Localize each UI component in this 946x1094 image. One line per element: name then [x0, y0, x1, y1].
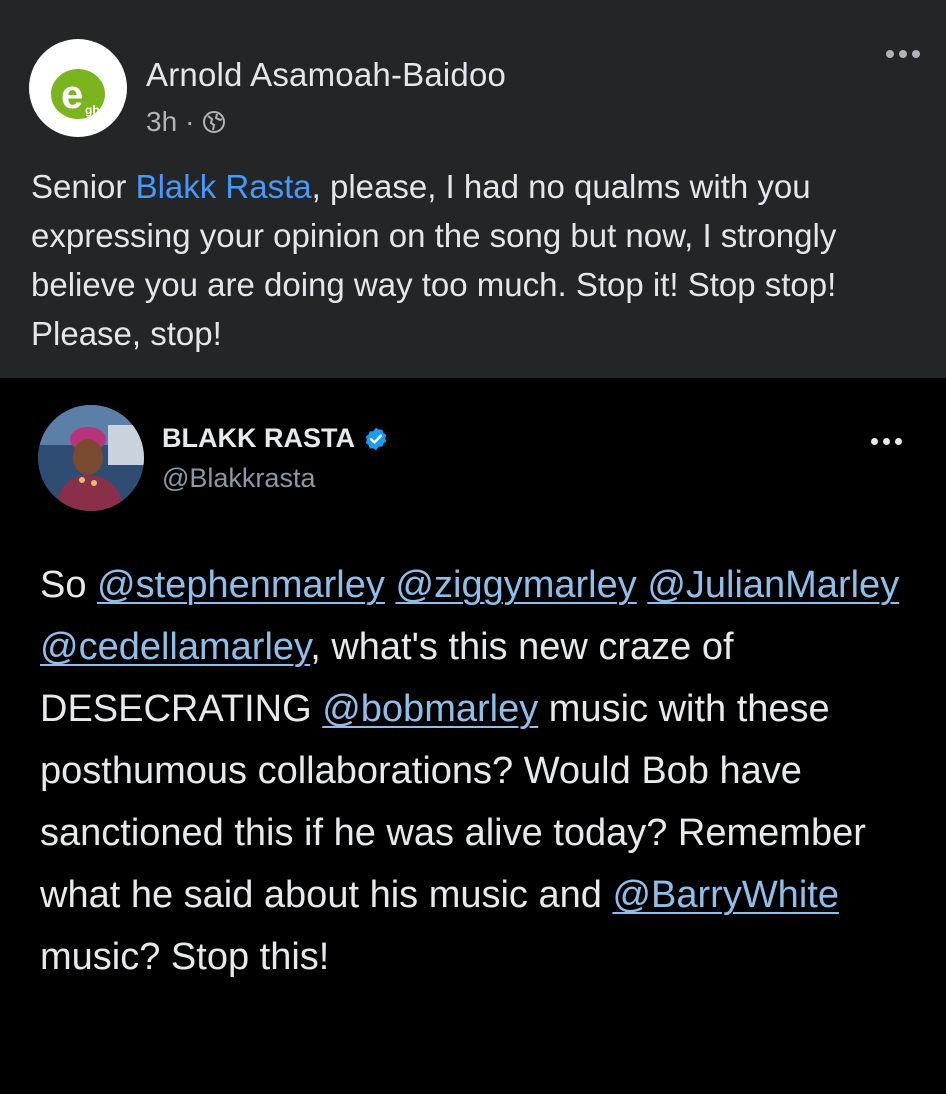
more-dot-icon: [886, 50, 894, 58]
mention-link[interactable]: @JulianMarley: [647, 564, 899, 606]
text-segment: [637, 564, 648, 606]
tweet-text: So @stephenmarley @ziggymarley @JulianMa…: [40, 554, 920, 988]
svg-text:gh: gh: [85, 103, 100, 117]
avatar[interactable]: [38, 405, 144, 511]
display-name: BLAKK RASTA: [162, 423, 355, 453]
tweet-options-button[interactable]: [871, 438, 902, 445]
mention-link[interactable]: @stephenmarley: [97, 564, 385, 606]
post-meta: 3h ·: [146, 106, 226, 138]
mention-link[interactable]: @ziggymarley: [395, 564, 636, 606]
more-dot-icon: [883, 438, 890, 445]
text-segment: Senior: [31, 168, 136, 205]
text-segment: So: [40, 564, 98, 606]
post-options-button[interactable]: [886, 50, 920, 58]
text-segment: [385, 564, 396, 606]
more-dot-icon: [871, 438, 878, 445]
post-text: Senior Blakk Rasta, please, I had no qua…: [31, 162, 921, 358]
tweet-author[interactable]: BLAKK RASTA: [162, 423, 389, 454]
globe-icon: [203, 111, 226, 133]
facebook-post: e gh Arnold Asamoah-Baidoo 3h · Senior B…: [0, 0, 946, 378]
mention-link[interactable]: @BarryWhite: [612, 874, 839, 916]
tweet-handle[interactable]: @Blakkrasta: [162, 463, 315, 494]
more-dot-icon: [895, 438, 902, 445]
meta-separator: ·: [185, 106, 195, 137]
mention-link[interactable]: @bobmarley: [322, 688, 538, 730]
svg-text:e: e: [61, 73, 83, 117]
mention-link[interactable]: Blakk Rasta: [136, 168, 312, 205]
avatar[interactable]: e gh: [29, 39, 127, 137]
tweet-screenshot: BLAKK RASTA @Blakkrasta So @stephenmarle…: [0, 378, 946, 1094]
post-time[interactable]: 3h: [146, 106, 177, 138]
text-segment: music? Stop this!: [40, 936, 330, 978]
verified-badge-icon: [365, 427, 387, 450]
mention-link[interactable]: @cedellamarley: [40, 626, 310, 668]
profile-photo: [38, 405, 144, 511]
author-name[interactable]: Arnold Asamoah-Baidoo: [146, 56, 506, 94]
more-dot-icon: [899, 50, 907, 58]
egh-logo-icon: e gh: [51, 69, 105, 119]
more-dot-icon: [912, 50, 920, 58]
